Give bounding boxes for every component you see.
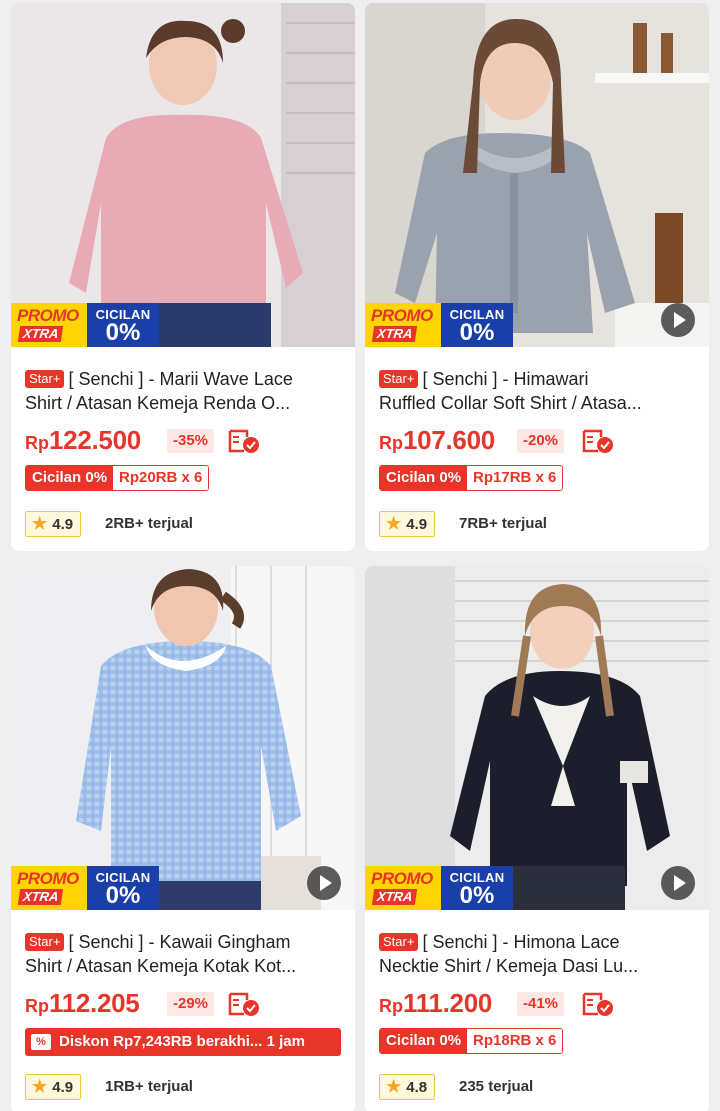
play-video-icon[interactable] <box>661 303 695 337</box>
star-icon: ★ <box>32 1077 48 1096</box>
installment-icon <box>582 992 613 1016</box>
product-title[interactable]: Star+[ Senchi ] - Himona Lace Necktie Sh… <box>379 930 697 978</box>
star-icon: ★ <box>386 514 402 533</box>
star-plus-badge: Star+ <box>379 370 419 388</box>
product-image[interactable]: PROMO XTRA CICILAN 0% <box>11 3 355 347</box>
product-card[interactable]: PROMO XTRA CICILAN 0% Star+[ Senchi ] - Ka… <box>11 566 355 1111</box>
rating-badge: ★ 4.9 <box>379 511 436 537</box>
discount-badge: -35% <box>167 429 215 453</box>
product-image[interactable]: PROMO XTRA CICILAN 0% <box>365 566 709 910</box>
flash-discount-banner: % Diskon Rp7,243RB berakhi... 1 jam <box>25 1028 341 1056</box>
rating-badge: ★ 4.9 <box>25 511 82 537</box>
cicilan-tag: Cicilan 0% Rp17RB x 6 <box>379 465 564 491</box>
play-video-icon[interactable] <box>661 866 695 900</box>
installment-icon <box>582 429 613 453</box>
product-title[interactable]: Star+[ Senchi ] - Kawaii Gingham Shirt /… <box>25 930 343 978</box>
discount-badge: -20% <box>517 429 565 453</box>
rating-badge: ★ 4.9 <box>25 1074 82 1100</box>
product-title[interactable]: Star+[ Senchi ] - Marii Wave Lace Shirt … <box>25 367 343 415</box>
promo-xtra-badge: PROMO XTRA CICILAN 0% <box>11 303 159 347</box>
product-card[interactable]: PROMO XTRA CICILAN 0% Star+[ Senchi ] - Hi… <box>365 566 709 1111</box>
star-plus-badge: Star+ <box>25 933 65 951</box>
play-video-icon[interactable] <box>307 866 341 900</box>
promo-xtra-badge: PROMO XTRA CICILAN 0% <box>365 866 513 910</box>
discount-tag-icon: % <box>31 1034 51 1050</box>
product-card[interactable]: PROMO XTRA CICILAN 0% Star+[ Senchi ] - Ma… <box>11 3 355 551</box>
star-plus-badge: Star+ <box>379 933 419 951</box>
product-image[interactable]: PROMO XTRA CICILAN 0% <box>365 3 709 347</box>
cicilan-tag: Cicilan 0% Rp20RB x 6 <box>25 465 210 491</box>
installment-icon <box>228 429 259 453</box>
cicilan-tag: Cicilan 0% Rp18RB x 6 <box>379 1028 564 1054</box>
installment-icon <box>228 992 259 1016</box>
sold-count: 2RB+ terjual <box>105 515 193 532</box>
star-icon: ★ <box>32 514 48 533</box>
product-price: Rp111.200 <box>379 988 493 1018</box>
discount-badge: -29% <box>167 992 215 1016</box>
rating-badge: ★ 4.8 <box>379 1074 436 1100</box>
promo-xtra-badge: PROMO XTRA CICILAN 0% <box>365 303 513 347</box>
star-icon: ★ <box>386 1077 402 1096</box>
product-image[interactable]: PROMO XTRA CICILAN 0% <box>11 566 355 910</box>
product-title[interactable]: Star+[ Senchi ] - Himawari Ruffled Colla… <box>379 367 697 415</box>
promo-xtra-badge: PROMO XTRA CICILAN 0% <box>11 866 159 910</box>
sold-count: 235 terjual <box>459 1078 534 1095</box>
product-price: Rp107.600 <box>379 425 495 455</box>
discount-badge: -41% <box>517 992 565 1016</box>
product-card[interactable]: PROMO XTRA CICILAN 0% Star+[ Senchi ] - Hi… <box>365 3 709 551</box>
sold-count: 1RB+ terjual <box>105 1078 193 1095</box>
sold-count: 7RB+ terjual <box>459 515 547 532</box>
product-price: Rp122.500 <box>25 425 141 455</box>
star-plus-badge: Star+ <box>25 370 65 388</box>
product-price: Rp112.205 <box>25 988 140 1018</box>
